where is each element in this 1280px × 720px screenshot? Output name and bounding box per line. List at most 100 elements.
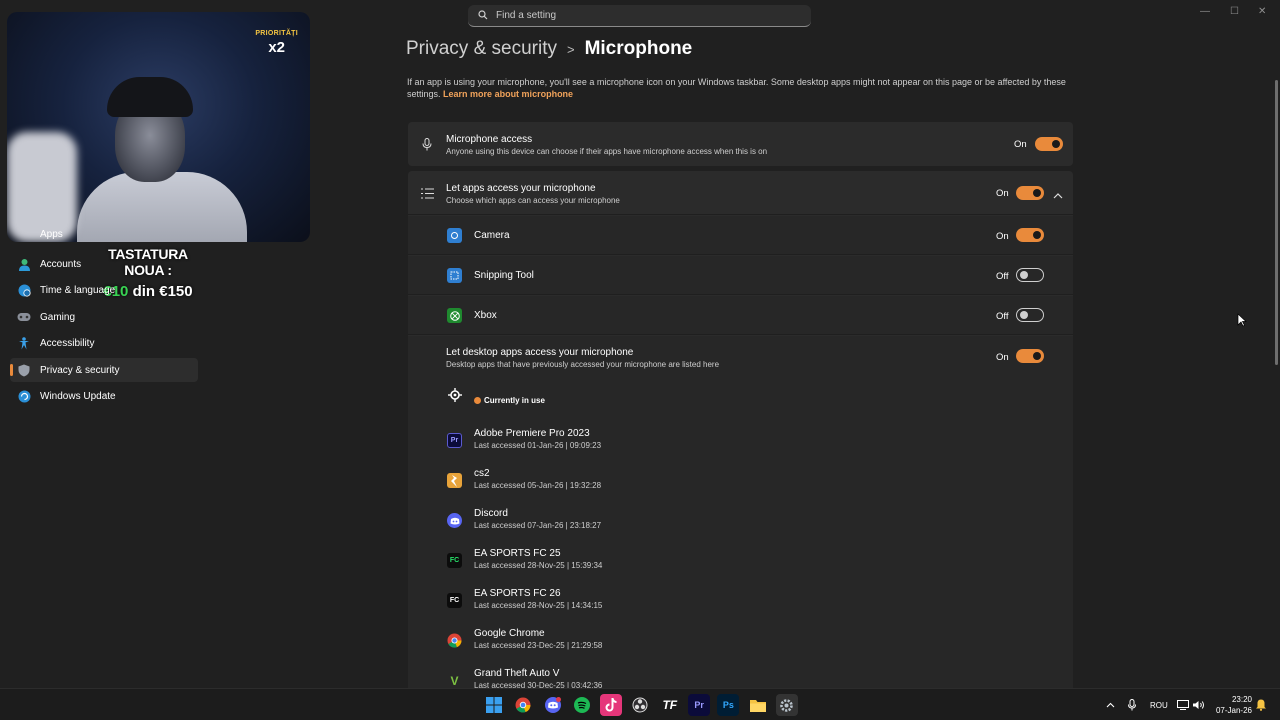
list-item: Discord Last accessed 07-Jan-26 | 23:18:… xyxy=(408,500,1073,540)
microphone-icon xyxy=(420,137,434,151)
gta-v-icon: V xyxy=(450,673,459,688)
app-last-accessed: Last accessed 07-Jan-26 | 23:18:27 xyxy=(474,521,602,530)
app-row-xbox: Xbox Off xyxy=(408,296,1073,335)
app-row-camera: Camera On xyxy=(408,216,1073,255)
sidebar-item-privacy-security[interactable]: Privacy & security xyxy=(10,358,198,383)
sidebar-item-accessibility[interactable]: Accessibility xyxy=(10,332,198,356)
search-input[interactable] xyxy=(496,10,796,21)
camera-toggle[interactable] xyxy=(1016,228,1044,242)
app-state: On xyxy=(996,231,1009,242)
tray-chevron-up-icon[interactable] xyxy=(1106,689,1115,720)
badge-top-text: PRIORITĂȚI xyxy=(255,30,298,37)
list-item: FC EA SPORTS FC 26 Last accessed 28-Nov-… xyxy=(408,580,1073,620)
settings-icon[interactable] xyxy=(775,694,798,716)
clock-date: 07-Jan-26 xyxy=(1215,706,1252,715)
desktop-apps-toggle[interactable] xyxy=(1016,349,1044,363)
minimize-icon[interactable]: — xyxy=(1200,6,1210,17)
snipping-tool-toggle[interactable] xyxy=(1016,268,1044,282)
update-icon xyxy=(17,390,31,404)
sidebar-item-label: Privacy & security xyxy=(40,364,120,376)
tray-microphone-icon[interactable] xyxy=(1128,689,1136,720)
maximize-icon[interactable]: ☐ xyxy=(1230,6,1239,17)
webcam-overlay: PRIORITĂȚI x2 xyxy=(7,12,310,242)
app-last-accessed: Last accessed 28-Nov-25 | 15:39:34 xyxy=(474,561,603,570)
let-apps-row[interactable]: Let apps access your microphone Choose w… xyxy=(408,171,1073,215)
sidebar-item-time-language[interactable]: Time & language xyxy=(10,279,198,303)
let-apps-toggle[interactable] xyxy=(1016,186,1044,200)
gamepad-icon xyxy=(17,310,31,324)
app-name: Adobe Premiere Pro 2023 xyxy=(474,428,590,439)
network-icon[interactable] xyxy=(1177,689,1189,720)
taskbar-clock[interactable]: 23:20 07-Jan-26 xyxy=(1212,694,1252,716)
mic-access-state: On xyxy=(1014,139,1027,150)
discord-icon xyxy=(447,513,462,528)
snipping-tool-icon xyxy=(447,268,462,283)
apps-access-card: Let apps access your microphone Choose w… xyxy=(408,171,1073,700)
sidebar-item-label: Time & language xyxy=(40,285,116,297)
sidebar-item-label: Gaming xyxy=(40,311,76,323)
photoshop-icon[interactable]: Ps xyxy=(717,694,740,716)
premiere-icon[interactable]: Pr xyxy=(688,694,711,716)
mic-access-subtitle: Anyone using this device can choose if t… xyxy=(446,147,768,156)
page-description: If an app is using your microphone, you'… xyxy=(407,76,1077,100)
sidebar-item-label: Windows Update xyxy=(40,391,116,403)
file-explorer-icon[interactable] xyxy=(747,694,769,716)
xbox-icon xyxy=(447,308,462,323)
search-icon xyxy=(478,7,488,25)
app-name: Snipping Tool xyxy=(474,270,534,281)
scrollbar[interactable] xyxy=(1275,80,1278,365)
spotify-icon[interactable] xyxy=(571,694,593,716)
streamer-video xyxy=(77,72,247,242)
notification-bell-icon[interactable] xyxy=(1256,689,1266,720)
app-last-accessed: Last accessed 01-Jan-26 | 09:09:23 xyxy=(474,441,602,450)
app-name: Xbox xyxy=(474,310,497,321)
premiere-icon: Pr xyxy=(447,433,462,448)
sidebar-item-gaming[interactable]: Gaming xyxy=(10,305,198,329)
breadcrumb: Privacy & security > Microphone xyxy=(406,38,692,60)
app-name: Discord xyxy=(474,508,508,519)
app-name: EA SPORTS FC 26 xyxy=(474,588,561,599)
search-box[interactable] xyxy=(468,5,811,27)
app-last-accessed: Last accessed 05-Jan-26 | 19:32:28 xyxy=(474,481,602,490)
mic-access-toggle[interactable] xyxy=(1035,137,1063,151)
sidebar-item-label: Apps xyxy=(40,230,63,240)
shield-icon xyxy=(17,363,31,377)
chrome-icon[interactable] xyxy=(512,694,534,716)
tf-icon[interactable]: TF xyxy=(659,694,681,716)
discord-icon[interactable] xyxy=(542,694,564,716)
let-apps-state: On xyxy=(996,188,1009,199)
cs2-icon xyxy=(447,473,462,488)
sidebar-item-label: Accounts xyxy=(40,258,82,270)
obs-icon[interactable] xyxy=(629,694,651,716)
sidebar-nav: Apps Accounts Time & language Gaming Acc… xyxy=(10,230,198,412)
volume-icon[interactable] xyxy=(1193,689,1205,720)
mic-access-title: Microphone access xyxy=(446,134,533,145)
globe-clock-icon xyxy=(17,284,31,298)
list-item: Currently in use xyxy=(408,380,1073,420)
list-item: Google Chrome Last accessed 23-Dec-25 | … xyxy=(408,620,1073,660)
close-icon[interactable]: ✕ xyxy=(1258,6,1266,17)
microphone-access-card: Microphone access Anyone using this devi… xyxy=(408,122,1073,166)
steelseries-icon xyxy=(448,388,462,407)
clock-time: 23:20 xyxy=(1231,695,1252,704)
desktop-apps-title: Let desktop apps access your microphone xyxy=(446,347,634,358)
xbox-toggle[interactable] xyxy=(1016,308,1044,322)
app-last-accessed: Last accessed 23-Dec-25 | 21:29:58 xyxy=(474,641,603,650)
let-apps-subtitle: Choose which apps can access your microp… xyxy=(446,196,620,205)
windows-start-icon[interactable] xyxy=(483,694,505,716)
list-icon xyxy=(420,186,434,200)
learn-more-link[interactable]: Learn more about microphone xyxy=(443,89,573,99)
sidebar-item-apps[interactable]: Apps xyxy=(10,230,198,240)
sidebar-item-accounts[interactable]: Accounts xyxy=(10,252,198,276)
breadcrumb-parent[interactable]: Privacy & security xyxy=(406,38,557,60)
desktop-apps-subtitle: Desktop apps that have previously access… xyxy=(446,360,720,369)
tiktok-icon[interactable] xyxy=(600,694,623,716)
app-name: Google Chrome xyxy=(474,628,545,639)
sidebar-item-windows-update[interactable]: Windows Update xyxy=(10,385,198,409)
taskbar-apps: TF Pr Ps xyxy=(483,694,805,716)
chevron-up-icon[interactable] xyxy=(1053,187,1063,205)
sidebar-item-label: Accessibility xyxy=(40,338,95,350)
app-name: EA SPORTS FC 25 xyxy=(474,548,561,559)
tray-language[interactable]: ROU xyxy=(1150,689,1168,720)
ea-fc26-icon: FC xyxy=(447,593,462,608)
